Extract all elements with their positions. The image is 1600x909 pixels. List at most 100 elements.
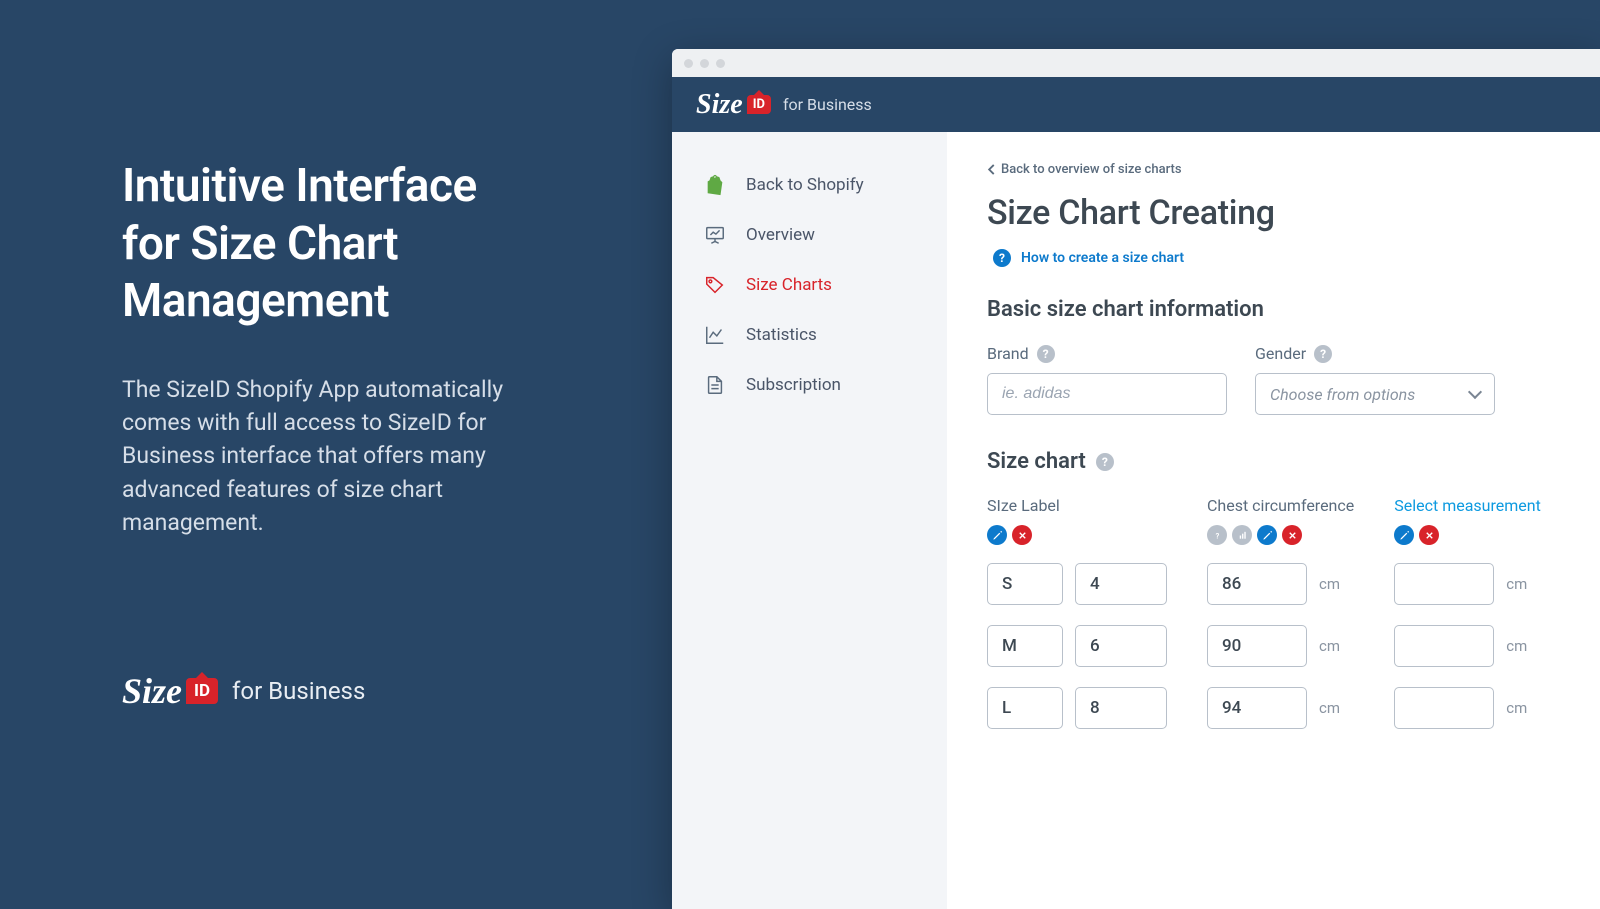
col-select: Select measurement cm cm	[1394, 496, 1541, 749]
minimize-icon[interactable]	[700, 59, 709, 68]
hint-icon[interactable]: ?	[1096, 453, 1114, 471]
unit-label: cm	[1506, 575, 1527, 593]
unit-label: cm	[1319, 699, 1340, 717]
logo-script: Size	[696, 89, 743, 121]
chart-icon	[704, 324, 726, 346]
brand-footer: Size ID for Business	[122, 670, 365, 712]
edit-icon[interactable]	[1394, 525, 1414, 545]
brand-input[interactable]	[987, 373, 1227, 415]
chest-cell[interactable]: 86	[1207, 563, 1307, 605]
maximize-icon[interactable]	[716, 59, 725, 68]
sidebar-item-shopify[interactable]: Back to Shopify	[672, 160, 947, 210]
page-title: Size Chart Creating	[987, 193, 1560, 233]
table-row: cm	[1394, 687, 1541, 729]
document-icon	[704, 374, 726, 396]
table-row: L 8	[987, 687, 1167, 729]
header-logo: Size ID	[696, 89, 771, 121]
delete-icon[interactable]	[1282, 525, 1302, 545]
table-row: M 6	[987, 625, 1167, 667]
close-icon[interactable]	[684, 59, 693, 68]
gender-label: Gender	[1255, 344, 1306, 363]
brand-suffix: for Business	[232, 677, 365, 705]
sidebar-item-label: Statistics	[746, 325, 817, 345]
sidebar-item-label: Size Charts	[746, 275, 832, 295]
help-link-text: How to create a size chart	[1021, 250, 1184, 266]
section-basic-title: Basic size chart information	[987, 297, 1560, 322]
marketing-panel: Intuitive Interface for Size Chart Manag…	[122, 158, 542, 539]
window-titlebar	[672, 49, 1600, 77]
sidebar-item-label: Overview	[746, 225, 815, 245]
table-row: S 4	[987, 563, 1167, 605]
back-link-text: Back to overview of size charts	[1001, 162, 1182, 177]
unit-label: cm	[1506, 637, 1527, 655]
size-label-cell[interactable]: L	[987, 687, 1063, 729]
table-row: 94 cm	[1207, 687, 1354, 729]
chest-cell[interactable]: 94	[1207, 687, 1307, 729]
marketing-body: The SizeID Shopify App automatically com…	[122, 373, 542, 540]
sidebar-item-label: Subscription	[746, 375, 841, 395]
sidebar-item-sizecharts[interactable]: Size Charts	[672, 260, 947, 310]
section-chart-title: Size chart	[987, 449, 1086, 474]
col-header: SIze Label	[987, 496, 1167, 515]
select-cell[interactable]	[1394, 687, 1494, 729]
bars-icon[interactable]	[1232, 525, 1252, 545]
chest-cell[interactable]: 90	[1207, 625, 1307, 667]
brand-suffix: for Business	[783, 95, 872, 114]
brand-label: Brand	[987, 344, 1029, 363]
main-content: Back to overview of size charts Size Cha…	[947, 132, 1600, 909]
col-actions: ?	[1207, 525, 1354, 545]
svg-text:?: ?	[1215, 531, 1219, 540]
shopify-bag-icon	[704, 174, 726, 196]
col-actions	[987, 525, 1167, 545]
gender-select[interactable]: Choose from options	[1255, 373, 1495, 415]
hint-icon[interactable]: ?	[1037, 345, 1055, 363]
logo-badge: ID	[747, 95, 771, 114]
size-grid: SIze Label S 4 M 6 L 8	[987, 496, 1560, 749]
brand-label-row: Brand ?	[987, 344, 1227, 363]
sidebar-item-subscription[interactable]: Subscription	[672, 360, 947, 410]
size-num-cell[interactable]: 8	[1075, 687, 1167, 729]
basic-form-row: Brand ? Gender ? Choose from options	[987, 344, 1560, 415]
logo-script: Size	[122, 670, 182, 712]
delete-icon[interactable]	[1012, 525, 1032, 545]
size-num-cell[interactable]: 6	[1075, 625, 1167, 667]
select-cell[interactable]	[1394, 563, 1494, 605]
gender-label-row: Gender ?	[1255, 344, 1495, 363]
size-label-cell[interactable]: M	[987, 625, 1063, 667]
app-body: Back to Shopify Overview Size Charts Sta…	[672, 132, 1600, 909]
col-actions	[1394, 525, 1541, 545]
sidebar: Back to Shopify Overview Size Charts Sta…	[672, 132, 947, 909]
hint-icon[interactable]: ?	[1314, 345, 1332, 363]
size-label-cell[interactable]: S	[987, 563, 1063, 605]
back-link[interactable]: Back to overview of size charts	[987, 162, 1560, 177]
edit-icon[interactable]	[1257, 525, 1277, 545]
question-icon: ?	[993, 249, 1011, 267]
app-window: Size ID for Business Back to Shopify Ove…	[672, 49, 1600, 909]
presentation-icon	[704, 224, 726, 246]
brand-group: Brand ?	[987, 344, 1227, 415]
col-header: Chest circumference	[1207, 496, 1354, 515]
gender-placeholder: Choose from options	[1270, 385, 1415, 404]
marketing-headline: Intuitive Interface for Size Chart Manag…	[122, 158, 542, 331]
unit-label: cm	[1319, 575, 1340, 593]
unit-label: cm	[1506, 699, 1527, 717]
col-chest: Chest circumference ? 86 cm 90 cm	[1207, 496, 1354, 749]
select-cell[interactable]	[1394, 625, 1494, 667]
size-num-cell[interactable]: 4	[1075, 563, 1167, 605]
section-chart-row: Size chart ?	[987, 449, 1560, 474]
table-row: cm	[1394, 625, 1541, 667]
logo: Size ID	[122, 670, 218, 712]
edit-icon[interactable]	[987, 525, 1007, 545]
sidebar-item-statistics[interactable]: Statistics	[672, 310, 947, 360]
table-row: 90 cm	[1207, 625, 1354, 667]
delete-icon[interactable]	[1419, 525, 1439, 545]
chevron-down-icon	[1468, 385, 1482, 399]
col-size-label: SIze Label S 4 M 6 L 8	[987, 496, 1167, 749]
help-link[interactable]: ? How to create a size chart	[987, 249, 1560, 267]
logo-badge: ID	[186, 678, 218, 704]
table-row: 86 cm	[1207, 563, 1354, 605]
hint-icon[interactable]: ?	[1207, 525, 1227, 545]
sidebar-item-overview[interactable]: Overview	[672, 210, 947, 260]
add-measurement-link[interactable]: Select measurement	[1394, 496, 1541, 515]
tag-icon	[704, 274, 726, 296]
